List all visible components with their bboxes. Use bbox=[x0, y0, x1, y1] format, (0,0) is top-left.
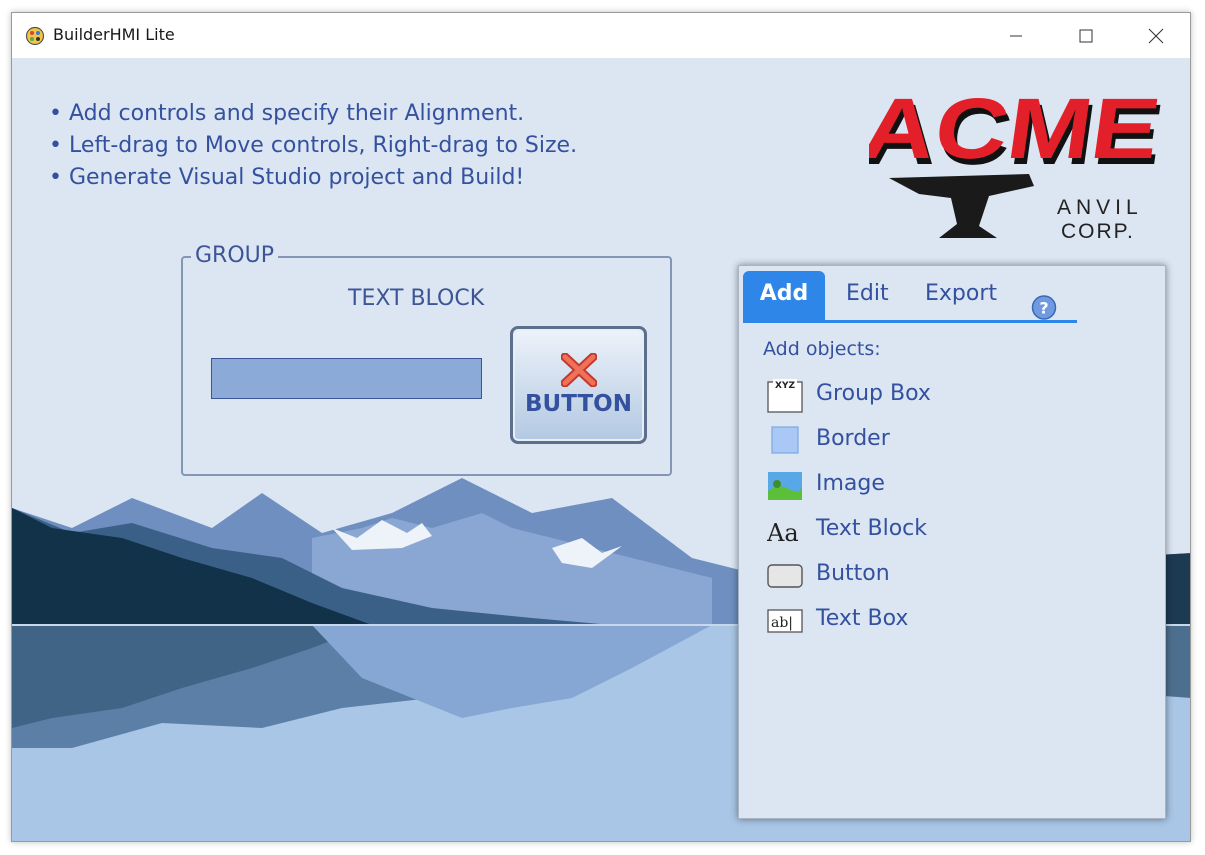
panel-caption: Add objects: bbox=[763, 338, 881, 360]
text-box-icon: ab| bbox=[767, 609, 803, 633]
group-box-header: GROUP bbox=[191, 243, 279, 268]
add-text-block-label: Text Block bbox=[816, 516, 927, 541]
text-box[interactable] bbox=[211, 358, 482, 399]
svg-text:Aa: Aa bbox=[767, 519, 799, 547]
button-icon bbox=[767, 564, 803, 588]
instruction-item: • Generate Visual Studio project and Bui… bbox=[49, 165, 525, 190]
add-group-box-label: Group Box bbox=[816, 381, 931, 406]
close-icon bbox=[1148, 28, 1164, 43]
close-button[interactable] bbox=[1121, 13, 1190, 58]
minimize-button[interactable] bbox=[981, 13, 1051, 58]
svg-text:ANVIL: ANVIL bbox=[1057, 196, 1143, 219]
image-icon bbox=[768, 472, 802, 500]
tab-export[interactable]: Export bbox=[925, 271, 997, 320]
svg-text:XYZ: XYZ bbox=[775, 381, 795, 391]
maximize-button[interactable] bbox=[1051, 13, 1121, 58]
group-box-icon: XYZ bbox=[767, 379, 803, 413]
design-canvas[interactable]: • Add controls and specify their Alignme… bbox=[12, 58, 1190, 841]
add-image-label: Image bbox=[816, 471, 885, 496]
add-border-label: Border bbox=[816, 426, 890, 451]
panel-tabs: Add Edit Export ? bbox=[743, 271, 1077, 323]
tab-add[interactable]: Add bbox=[743, 271, 825, 320]
add-button-label: Button bbox=[816, 561, 890, 586]
add-text-box-label: Text Box bbox=[816, 606, 909, 631]
tab-edit[interactable]: Edit bbox=[846, 271, 889, 320]
instruction-item: • Left-drag to Move controls, Right-drag… bbox=[49, 133, 578, 158]
svg-text:CORP.: CORP. bbox=[1061, 220, 1135, 243]
instructions-list: • Add controls and specify their Alignme… bbox=[49, 98, 577, 194]
help-icon[interactable]: ? bbox=[1031, 283, 1057, 332]
text-block-icon: Aa bbox=[767, 519, 799, 547]
acme-anvil-logo: ACME ACME ANVIL CORP. bbox=[869, 86, 1169, 243]
instruction-item: • Add controls and specify their Alignme… bbox=[49, 101, 525, 126]
minimize-icon bbox=[1010, 35, 1022, 36]
title-bar[interactable]: BuilderHMI Lite bbox=[12, 13, 1190, 58]
border-icon bbox=[771, 426, 799, 454]
toolbox-panel: Add Edit Export ? Add objects: XYZ Group… bbox=[738, 265, 1166, 819]
cancel-x-icon bbox=[561, 353, 597, 387]
svg-text:ACME: ACME bbox=[869, 86, 1166, 177]
text-block[interactable]: TEXT BLOCK bbox=[348, 286, 484, 311]
app-window: BuilderHMI Lite • Add controls and speci… bbox=[11, 12, 1191, 842]
svg-text:?: ? bbox=[1039, 299, 1048, 318]
maximize-icon bbox=[1079, 29, 1093, 42]
design-button-label: BUTTON bbox=[525, 391, 632, 417]
app-icon bbox=[25, 26, 45, 46]
design-button[interactable]: BUTTON bbox=[510, 326, 647, 444]
svg-text:ab|: ab| bbox=[771, 615, 793, 631]
window-title: BuilderHMI Lite bbox=[53, 25, 175, 44]
